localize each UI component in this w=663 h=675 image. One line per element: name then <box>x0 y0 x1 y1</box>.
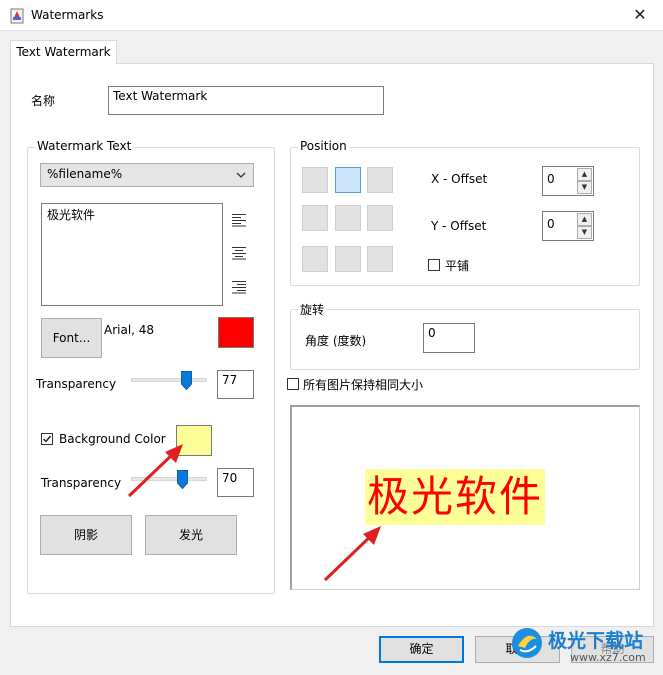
y-offset-spinbox[interactable]: 0 ▲ ▼ <box>542 211 594 241</box>
window-title: Watermarks <box>31 8 104 22</box>
align-left-icon[interactable] <box>231 213 247 227</box>
x-offset-spinbox[interactable]: 0 ▲ ▼ <box>542 166 594 196</box>
checkmark-icon <box>43 435 52 443</box>
bg-transparency-label: Transparency <box>41 476 122 490</box>
position-cell-top-right[interactable] <box>367 167 393 193</box>
transparency-slider-track[interactable] <box>131 378 207 382</box>
x-offset-label: X - Offset <box>431 172 488 186</box>
name-label: 名称 <box>31 94 56 108</box>
watermark-app-icon <box>10 8 24 24</box>
preview-watermark-text: 极光软件 <box>365 469 546 525</box>
text-color-swatch[interactable] <box>218 317 254 348</box>
position-cell-bottom-left[interactable] <box>302 246 328 272</box>
close-icon: ✕ <box>633 5 647 24</box>
same-size-checkbox[interactable] <box>287 378 299 390</box>
transparency-slider-thumb[interactable] <box>181 371 193 390</box>
shadow-button[interactable]: 阴影 <box>40 515 132 555</box>
help-button[interactable]: 帮助 <box>571 636 654 663</box>
background-color-checkbox[interactable] <box>41 433 53 445</box>
ok-button[interactable]: 确定 <box>379 636 464 663</box>
tile-label: 平铺 <box>445 259 470 273</box>
tab-label: Text Watermark <box>16 45 111 59</box>
transparency-value-input[interactable]: 77 <box>217 370 254 399</box>
font-description: Arial, 48 <box>104 323 155 337</box>
glow-button[interactable]: 发光 <box>145 515 237 555</box>
position-cell-bottom-right[interactable] <box>367 246 393 272</box>
name-input[interactable]: Text Watermark <box>108 86 384 115</box>
position-cell-middle-center[interactable] <box>335 205 361 231</box>
y-offset-value: 0 <box>547 217 555 231</box>
angle-label: 角度 (度数) <box>305 334 367 348</box>
position-cell-middle-right[interactable] <box>367 205 393 231</box>
transparency-label: Transparency <box>36 377 117 391</box>
title-bar: Watermarks ✕ <box>0 0 663 31</box>
close-button[interactable]: ✕ <box>617 0 663 31</box>
position-cell-top-left[interactable] <box>302 167 328 193</box>
chevron-down-icon <box>236 172 246 178</box>
annotation-arrow-icon <box>127 444 183 498</box>
bg-transparency-value-input[interactable]: 70 <box>217 468 254 497</box>
tab-panel: 名称 Text Watermark Watermark Text %filena… <box>10 63 654 627</box>
watermark-text-group-title: Watermark Text <box>35 139 134 153</box>
position-group-title: Position <box>298 139 349 153</box>
position-cell-middle-left[interactable] <box>302 205 328 231</box>
font-button[interactable]: Font... <box>41 318 102 358</box>
tile-checkbox[interactable] <box>428 259 440 271</box>
combo-value: %filename% <box>47 167 123 181</box>
x-offset-value: 0 <box>547 172 555 186</box>
annotation-arrow-icon <box>323 526 381 582</box>
align-center-icon[interactable] <box>231 246 247 260</box>
position-cell-top-center[interactable] <box>335 167 361 193</box>
x-offset-up-button[interactable]: ▲ <box>577 168 592 181</box>
y-offset-label: Y - Offset <box>431 219 487 233</box>
tab-text-watermark[interactable]: Text Watermark <box>10 40 117 64</box>
position-cell-bottom-center[interactable] <box>335 246 361 272</box>
watermark-text-combo[interactable]: %filename% <box>40 163 254 187</box>
cancel-button[interactable]: 取消 <box>475 636 560 663</box>
align-right-icon[interactable] <box>231 280 247 294</box>
rotation-group-title: 旋转 <box>298 301 327 318</box>
y-offset-up-button[interactable]: ▲ <box>577 213 592 226</box>
x-offset-down-button[interactable]: ▼ <box>577 181 592 194</box>
watermark-text-area[interactable]: 极光软件 <box>41 203 223 306</box>
y-offset-down-button[interactable]: ▼ <box>577 226 592 239</box>
angle-input[interactable]: 0 <box>423 323 475 353</box>
same-size-label: 所有图片保持相同大小 <box>303 378 424 392</box>
